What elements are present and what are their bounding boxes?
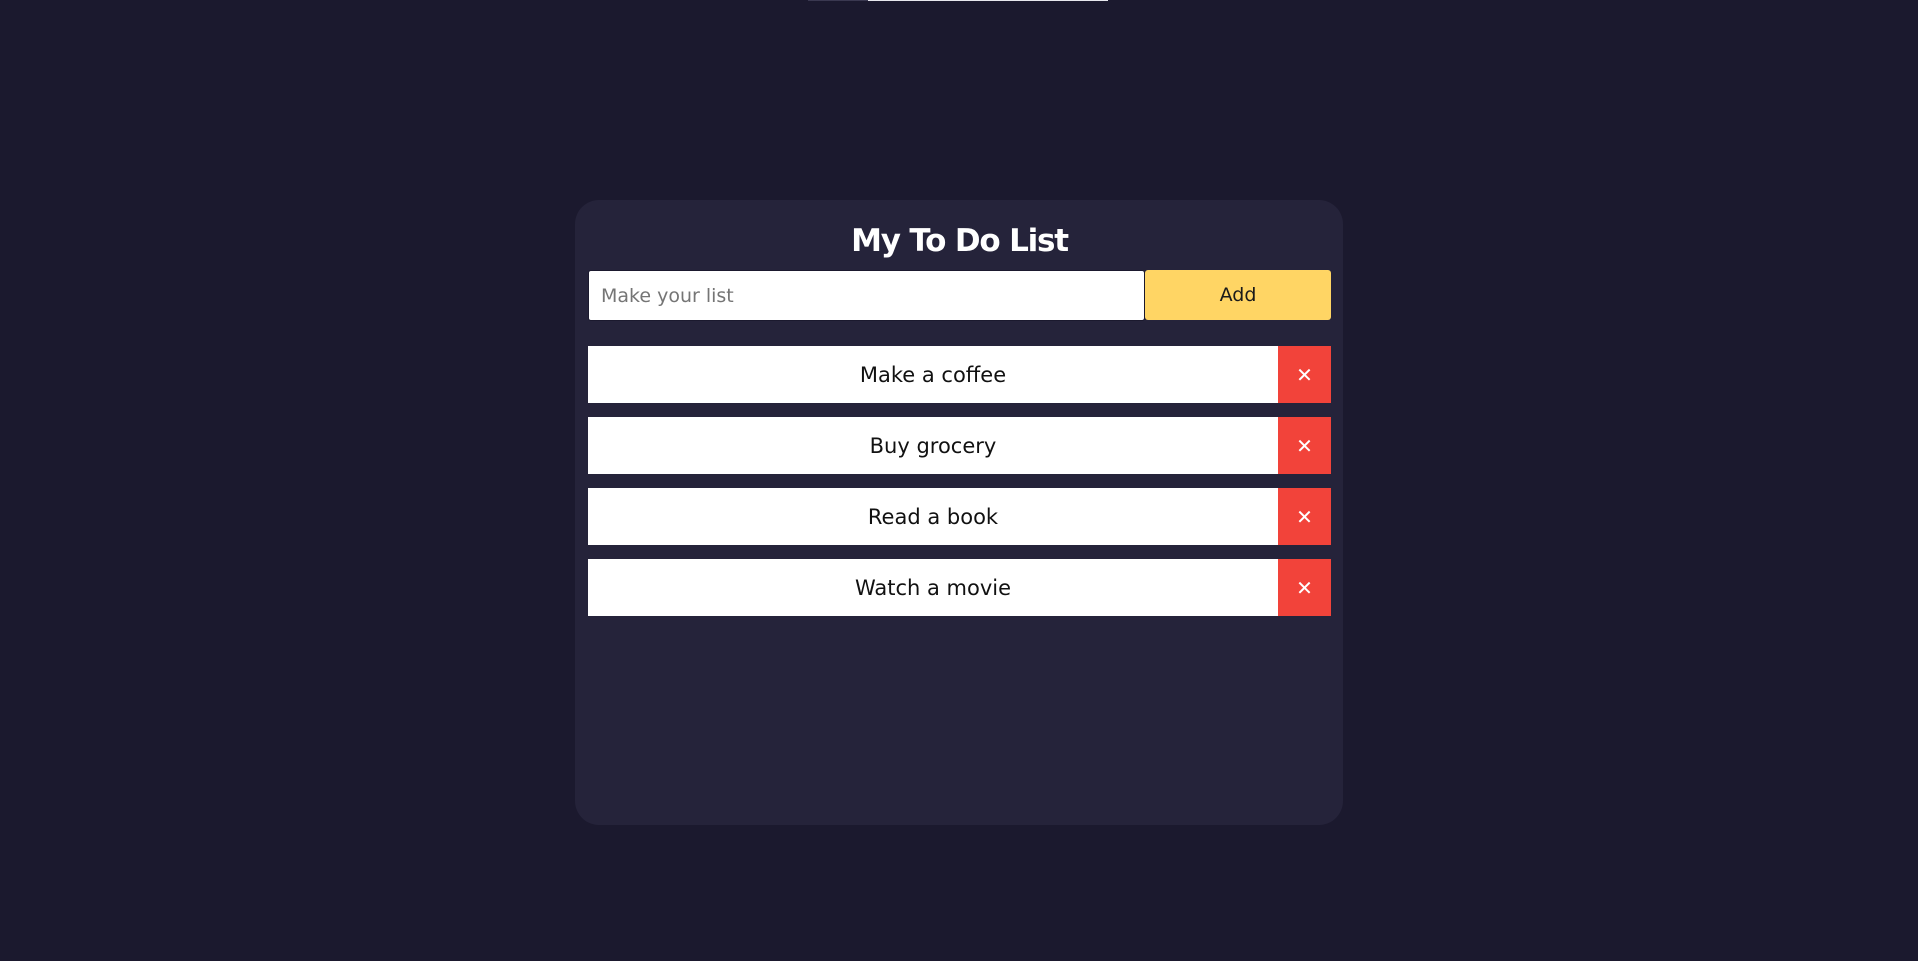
todo-item-text: Read a book bbox=[867, 504, 999, 529]
add-task-row: Add bbox=[588, 270, 1331, 321]
delete-button[interactable]: ✕ bbox=[1278, 346, 1331, 403]
delete-button[interactable]: ✕ bbox=[1278, 488, 1331, 545]
todo-item: Make a coffee ✕ bbox=[588, 346, 1331, 403]
todo-item: Watch a movie ✕ bbox=[588, 559, 1331, 616]
delete-button[interactable]: ✕ bbox=[1278, 417, 1331, 474]
close-icon: ✕ bbox=[1296, 575, 1313, 600]
close-icon: ✕ bbox=[1296, 504, 1313, 529]
todo-card: My To Do List Add Make a coffee ✕ Buy gr… bbox=[575, 200, 1343, 825]
page-title: My To Do List bbox=[851, 223, 1069, 259]
close-icon: ✕ bbox=[1296, 433, 1313, 458]
todo-item: Read a book ✕ bbox=[588, 488, 1331, 545]
close-icon: ✕ bbox=[1296, 362, 1313, 387]
task-input[interactable] bbox=[588, 270, 1145, 321]
top-strip-dark bbox=[808, 0, 868, 1]
todo-item-text: Watch a movie bbox=[854, 575, 1012, 600]
todo-item-text: Buy grocery bbox=[869, 433, 997, 458]
todo-item-text: Make a coffee bbox=[859, 362, 1007, 387]
delete-button[interactable]: ✕ bbox=[1278, 559, 1331, 616]
top-scroll-indicator bbox=[808, 0, 1108, 1]
add-button[interactable]: Add bbox=[1145, 270, 1331, 320]
todo-list: Make a coffee ✕ Buy grocery ✕ Read a boo… bbox=[588, 346, 1331, 616]
top-strip-light bbox=[868, 0, 1108, 1]
todo-item: Buy grocery ✕ bbox=[588, 417, 1331, 474]
